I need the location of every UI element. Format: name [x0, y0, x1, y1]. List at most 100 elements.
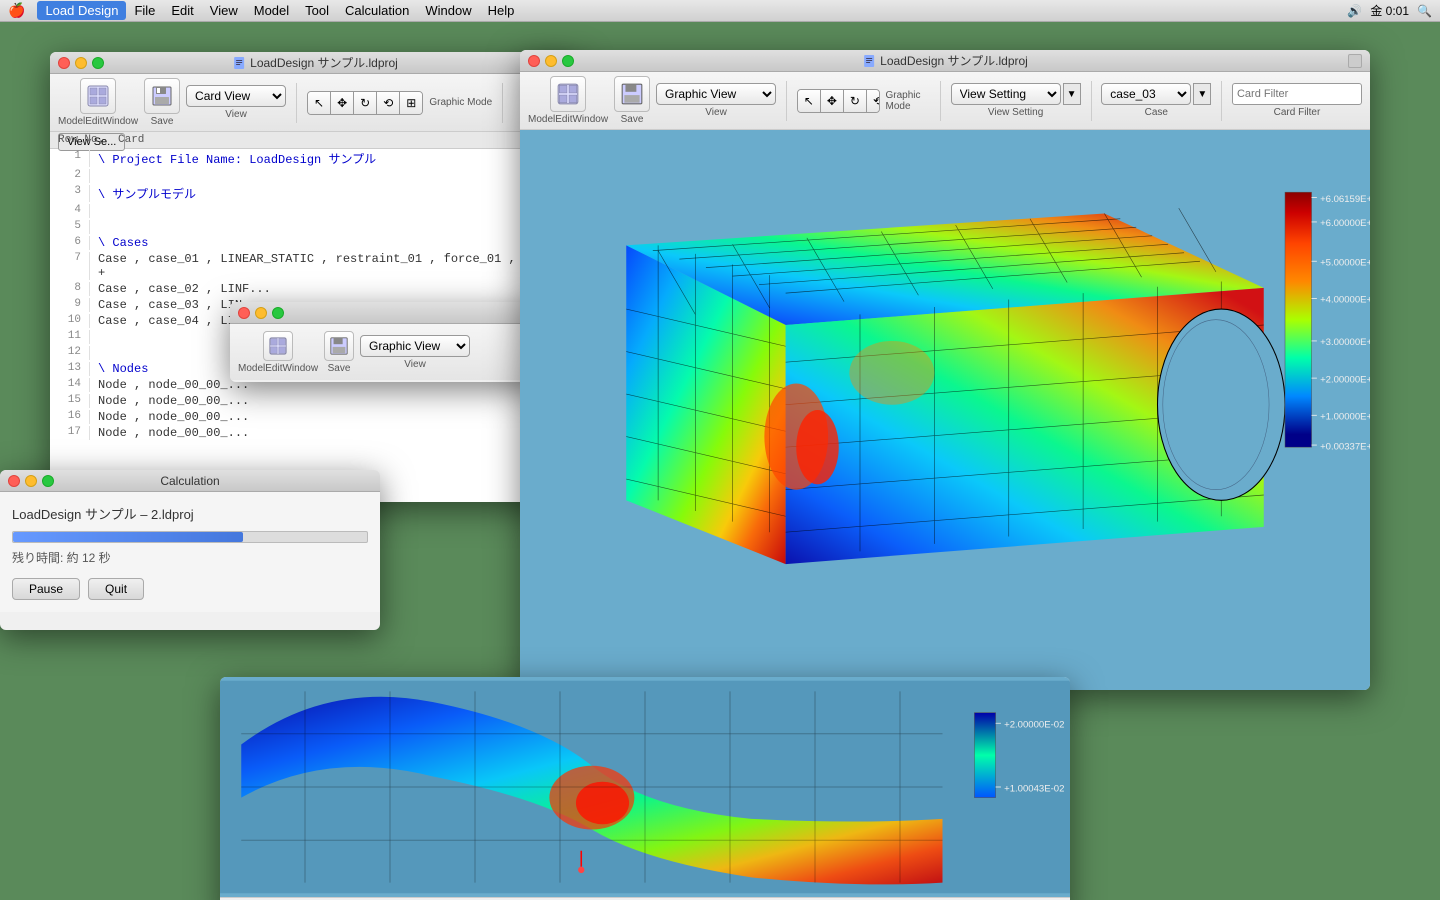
- model-edit-window-button[interactable]: [80, 78, 116, 114]
- file-icon: [232, 56, 246, 70]
- card-view-select[interactable]: Card View: [186, 85, 286, 107]
- small-view-label: View: [404, 359, 426, 370]
- g-move-btn[interactable]: ✥: [821, 90, 844, 112]
- graphic-max[interactable]: [562, 55, 574, 67]
- menu-help[interactable]: Help: [480, 1, 523, 20]
- svg-text:+1.00043E-02: +1.00043E-02: [1004, 783, 1064, 794]
- calc-min[interactable]: [25, 475, 37, 487]
- small-save-label: Save: [328, 363, 351, 374]
- graphic-view-label: View: [705, 107, 727, 118]
- case-dropdown[interactable]: ▼: [1193, 83, 1211, 105]
- minimize-button[interactable]: [75, 57, 87, 69]
- g-pointer-btn[interactable]: ↖: [798, 90, 821, 112]
- code-header: Row No. Card: [50, 132, 580, 149]
- g-scale-btn[interactable]: ⟲: [867, 90, 880, 112]
- graphic-mode-buttons: ↖ ✥ ↻ ⟲ ⊞: [307, 91, 423, 115]
- close-button[interactable]: [58, 57, 70, 69]
- graphic-mode-label: Graphic Mode: [429, 97, 492, 108]
- progress-bar-container: [12, 531, 368, 543]
- card-window-titlebar: LoadDesign サンプル.ldproj: [50, 52, 580, 74]
- graphic-content[interactable]: +6.06159E+07 +6.00000E+07 +5.00000E+07 +…: [520, 130, 1370, 690]
- calc-project-title: LoadDesign サンプル – 2.ldproj: [12, 504, 368, 523]
- graphic-min[interactable]: [545, 55, 557, 67]
- small-graphic-window: ModelEditWindow Save Graphic View View: [230, 302, 540, 382]
- small-view-select[interactable]: Graphic View: [360, 335, 470, 357]
- graphic-sep4: [1221, 81, 1222, 121]
- col-rowno: Row No.: [58, 134, 118, 146]
- maximize-button[interactable]: [92, 57, 104, 69]
- svg-text:+6.06159E+07: +6.06159E+07: [1320, 194, 1370, 205]
- graphic-sep2: [940, 81, 941, 121]
- graphic-traffic-lights: [528, 55, 574, 67]
- graphic-save-btn[interactable]: [614, 76, 650, 112]
- fit-btn[interactable]: ⊞: [400, 92, 422, 114]
- traffic-lights-small: [238, 307, 284, 319]
- calc-max[interactable]: [42, 475, 54, 487]
- small-min[interactable]: [255, 307, 267, 319]
- menu-calculation[interactable]: Calculation: [337, 1, 417, 20]
- menu-model[interactable]: Model: [246, 1, 297, 20]
- volume-icon[interactable]: 🔊: [1347, 4, 1362, 18]
- menu-tool[interactable]: Tool: [297, 1, 337, 20]
- small-close[interactable]: [238, 307, 250, 319]
- code-line-16: 16 Node , node_00_00_...: [50, 409, 580, 425]
- search-icon[interactable]: 🔍: [1417, 4, 1432, 18]
- small-model-edit-label: ModelEditWindow: [238, 363, 318, 374]
- scale-btn[interactable]: ⟲: [377, 92, 400, 114]
- save-button[interactable]: [144, 78, 180, 114]
- svg-text:+6.00000E+07: +6.00000E+07: [1320, 218, 1370, 229]
- code-line-6: 6 \ Cases: [50, 235, 580, 251]
- pointer-btn[interactable]: ↖: [308, 92, 331, 114]
- apple-menu[interactable]: 🍎: [8, 2, 25, 19]
- graphic-window-titlebar: LoadDesign サンプル.ldproj: [520, 50, 1370, 72]
- code-line-2: 2: [50, 168, 580, 184]
- col-card: Card: [118, 134, 144, 146]
- graphic-mode-label: Graphic Mode: [886, 90, 930, 112]
- code-line-7: 7 Case , case_01 , LINEAR_STATIC , restr…: [50, 251, 580, 281]
- menu-file[interactable]: File: [126, 1, 163, 20]
- graphic-toolbar: ModelEditWindow Save Graphic View View: [520, 72, 1370, 130]
- pause-button[interactable]: Pause: [12, 578, 80, 600]
- graphic-model-edit-group: ModelEditWindow: [528, 76, 608, 125]
- graphic-model-edit-btn[interactable]: [550, 76, 586, 112]
- small-max[interactable]: [272, 307, 284, 319]
- card-filter-input[interactable]: [1232, 83, 1362, 105]
- calc-content: LoadDesign サンプル – 2.ldproj 残り時間: 約 12 秒 …: [0, 492, 380, 612]
- view-setting-select[interactable]: View Setting: [951, 83, 1061, 105]
- graphic-view-select[interactable]: Graphic View: [656, 83, 776, 105]
- view-setting-label: View Setting: [988, 107, 1043, 118]
- svg-text:+2.00000E+07: +2.00000E+07: [1320, 374, 1370, 385]
- menu-load-design[interactable]: Load Design: [37, 1, 126, 20]
- calc-title: Calculation: [160, 474, 219, 488]
- fea2-visualization: +2.00000E-02 +1.00043E-02: [220, 677, 1070, 897]
- graphic2-content[interactable]: +2.00000E-02 +1.00043E-02: [220, 677, 1070, 897]
- code-line-15: 15 Node , node_00_00_...: [50, 393, 580, 409]
- model-edit-icon: [86, 84, 110, 108]
- small-model-edit-btn[interactable]: [263, 331, 293, 361]
- menu-edit[interactable]: Edit: [163, 1, 201, 20]
- graphic-save-icon: [620, 82, 644, 106]
- calc-close[interactable]: [8, 475, 20, 487]
- code-line-17: 17 Node , node_00_00_...: [50, 425, 580, 441]
- menu-view[interactable]: View: [202, 1, 246, 20]
- small-save-icon: [329, 336, 349, 356]
- graphic-file-icon: [862, 54, 876, 68]
- svg-text:+1.00000E+07: +1.00000E+07: [1320, 412, 1370, 423]
- graphic-window2: +2.00000E-02 +1.00043E-02 Cards in Windo…: [220, 677, 1070, 900]
- menu-window[interactable]: Window: [417, 1, 479, 20]
- small-model-edit-icon: [268, 336, 288, 356]
- traffic-lights: [58, 57, 104, 69]
- g-rotate-btn[interactable]: ↻: [844, 90, 867, 112]
- quit-button[interactable]: Quit: [88, 578, 144, 600]
- view-setting-dropdown[interactable]: ▼: [1063, 83, 1081, 105]
- case-select[interactable]: case_03: [1101, 83, 1191, 105]
- graphic-close[interactable]: [528, 55, 540, 67]
- graphic-model-label: ModelEditWindow: [528, 114, 608, 125]
- rotate-btn[interactable]: ↻: [354, 92, 377, 114]
- small-save-btn[interactable]: [324, 331, 354, 361]
- svg-text:+0.00337E+07: +0.00337E+07: [1320, 441, 1370, 452]
- move-btn[interactable]: ✥: [331, 92, 354, 114]
- resize-btn[interactable]: [1348, 54, 1362, 68]
- small-toolbar: ModelEditWindow Save Graphic View View: [230, 324, 540, 380]
- graphic-view-window: LoadDesign サンプル.ldproj ModelEditWi: [520, 50, 1370, 690]
